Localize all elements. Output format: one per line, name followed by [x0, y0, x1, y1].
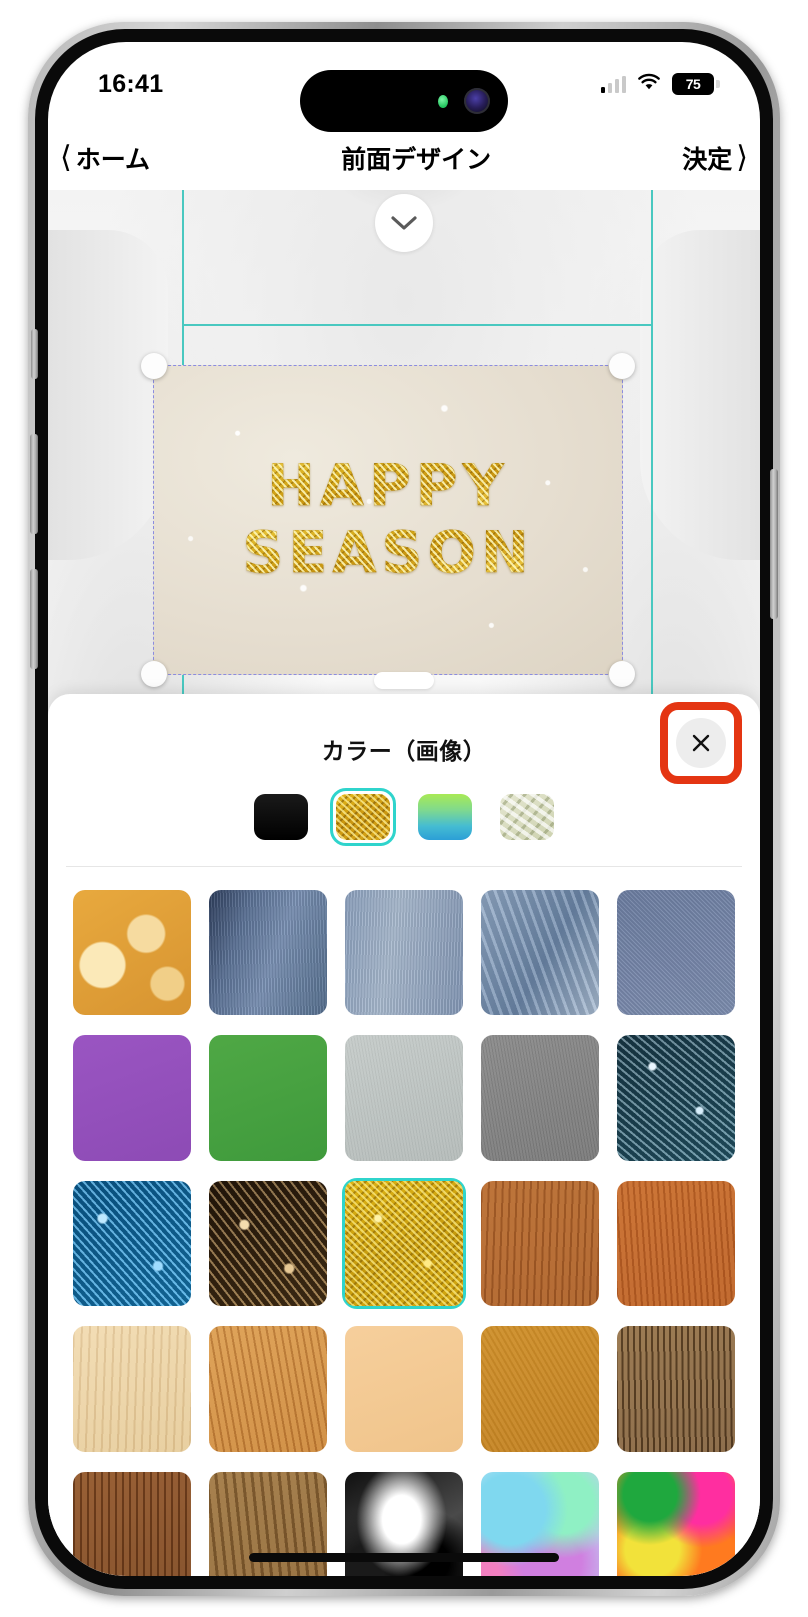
- denim-flat-swatch: [617, 890, 735, 1016]
- texture-cell-denim-seam-light[interactable]: [342, 887, 466, 1018]
- texture-cell-wood-dark-stripe[interactable]: [614, 1323, 738, 1454]
- texture-cell-rainbow-tiedye[interactable]: [614, 1469, 738, 1576]
- texture-cell-tan-plain[interactable]: [342, 1323, 466, 1454]
- volume-up-button[interactable]: [30, 434, 38, 534]
- green-solid-swatch: [209, 1035, 327, 1161]
- resize-handle-bottom-right[interactable]: [609, 661, 635, 687]
- top-swatch-gold-glitter[interactable]: [330, 788, 396, 846]
- confirm-button[interactable]: 決定 ⟩: [682, 140, 748, 176]
- collapse-panel-button[interactable]: [375, 194, 433, 252]
- front-camera-icon: [464, 88, 490, 114]
- gold-glitter-swatch: [345, 1180, 463, 1307]
- wood-orange-swatch: [617, 1180, 735, 1307]
- gold-bokeh-swatch: [73, 890, 191, 1016]
- chevron-right-icon: ⟩: [736, 141, 748, 174]
- rainbow-tiedye-swatch: [617, 1471, 735, 1576]
- wood-walnut-swatch: [73, 1471, 191, 1576]
- texture-cell-denim-folded[interactable]: [478, 887, 602, 1018]
- texture-cell-green-solid[interactable]: [206, 1032, 330, 1163]
- texture-cell-gold-glitter[interactable]: [342, 1177, 466, 1310]
- resize-handle-top-right[interactable]: [609, 353, 635, 379]
- print-guide-top: [182, 324, 652, 326]
- texture-cell-blue-glitter[interactable]: [70, 1178, 194, 1309]
- back-button[interactable]: ⟨ ホーム: [60, 140, 150, 176]
- confirm-button-label: 決定: [682, 146, 733, 174]
- texture-cell-gold-bokeh[interactable]: [70, 887, 194, 1018]
- texture-cell-wood-pine-grain[interactable]: [206, 1323, 330, 1454]
- phone-frame: 16:41 75 ⟨ ホーム 前面デザイン 決定 ⟩ HAPPY SEASON …: [28, 22, 780, 1596]
- tshirt-right-sleeve: [640, 230, 760, 560]
- phone-bezel: 16:41 75 ⟨ ホーム 前面デザイン 決定 ⟩ HAPPY SEASON …: [30, 29, 778, 1589]
- gold-glitter-swatch: [336, 794, 390, 840]
- texture-cell-wood-walnut[interactable]: [70, 1469, 194, 1576]
- battery-icon: 75: [672, 73, 720, 95]
- purple-solid-swatch: [73, 1035, 191, 1161]
- texture-cell-ochre-solid[interactable]: [478, 1323, 602, 1454]
- brown-glitter-swatch: [209, 1180, 327, 1307]
- texture-grid: [48, 867, 760, 1576]
- top-swatch-pale-crystal[interactable]: [494, 788, 560, 846]
- wood-light-pine-swatch: [73, 1326, 191, 1452]
- home-indicator[interactable]: [249, 1553, 559, 1562]
- close-button[interactable]: [676, 718, 726, 768]
- dynamic-island: [300, 70, 508, 132]
- chevron-down-icon: [391, 216, 417, 230]
- nav-bar: ⟨ ホーム 前面デザイン 決定 ⟩: [48, 126, 760, 190]
- texture-cell-denim-flat[interactable]: [614, 887, 738, 1018]
- pale-crystal-swatch: [500, 794, 554, 840]
- top-swatch-green-blue-gradient[interactable]: [412, 788, 478, 846]
- back-button-label: ホーム: [75, 146, 150, 174]
- wood-dark-stripe-swatch: [617, 1326, 735, 1452]
- top-swatch-black[interactable]: [248, 788, 314, 846]
- camera-active-indicator-icon: [438, 94, 448, 108]
- texture-cell-denim-seam-dark[interactable]: [206, 887, 330, 1018]
- close-x-icon: [692, 734, 710, 752]
- blue-glitter-swatch: [73, 1180, 191, 1307]
- chevron-left-icon: ⟨: [60, 141, 72, 174]
- wifi-icon: [637, 73, 661, 96]
- page-title: 前面デザイン: [341, 146, 492, 174]
- sheet-title: カラー（画像）: [321, 738, 487, 764]
- green-blue-gradient-swatch: [418, 794, 472, 840]
- volume-down-button[interactable]: [30, 569, 38, 669]
- texture-cell-dark-gray-fabric[interactable]: [478, 1032, 602, 1163]
- resize-handle-top-left[interactable]: [141, 353, 167, 379]
- texture-cell-teal-glitter[interactable]: [614, 1032, 738, 1163]
- status-indicators: 75: [600, 73, 720, 96]
- texture-cell-wood-light-pine[interactable]: [70, 1323, 194, 1454]
- denim-seam-light-swatch: [345, 890, 463, 1016]
- teal-glitter-swatch: [617, 1035, 735, 1161]
- ochre-solid-swatch: [481, 1326, 599, 1452]
- texture-cell-wood-orange[interactable]: [614, 1178, 738, 1309]
- texture-cell-purple-solid[interactable]: [70, 1032, 194, 1163]
- resize-handle-bottom-left[interactable]: [141, 661, 167, 687]
- tshirt-left-sleeve: [48, 230, 168, 560]
- wood-medium-swatch: [481, 1180, 599, 1307]
- texture-cell-wood-medium[interactable]: [478, 1178, 602, 1309]
- phone-screen: 16:41 75 ⟨ ホーム 前面デザイン 決定 ⟩ HAPPY SEASON …: [48, 42, 760, 1576]
- cellular-bars-icon: [600, 75, 626, 93]
- tan-plain-swatch: [345, 1326, 463, 1452]
- sheet-grabber-handle[interactable]: [374, 672, 434, 689]
- denim-folded-swatch: [481, 890, 599, 1016]
- power-button[interactable]: [770, 469, 778, 619]
- silent-switch-button[interactable]: [31, 329, 38, 379]
- selection-frame: [141, 353, 635, 687]
- light-gray-fabric-swatch: [345, 1035, 463, 1161]
- color-picker-sheet: カラー（画像）: [48, 672, 760, 1576]
- texture-cell-brown-glitter[interactable]: [206, 1178, 330, 1309]
- black-swatch: [254, 794, 308, 840]
- status-time: 16:41: [98, 69, 164, 98]
- denim-seam-dark-swatch: [209, 890, 327, 1016]
- texture-cell-light-gray-fabric[interactable]: [342, 1032, 466, 1163]
- wood-pine-grain-swatch: [209, 1326, 327, 1452]
- battery-level: 75: [685, 76, 701, 92]
- dark-gray-fabric-swatch: [481, 1035, 599, 1161]
- recent-swatch-row: [48, 788, 760, 846]
